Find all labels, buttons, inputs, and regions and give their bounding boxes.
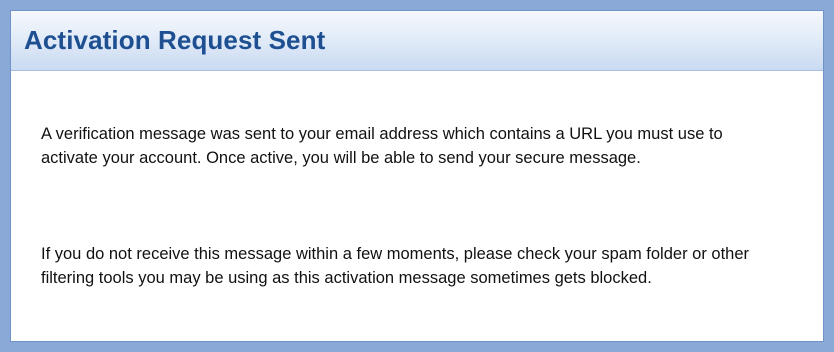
- dialog-title-bar: Activation Request Sent: [11, 11, 823, 71]
- activation-dialog: Activation Request Sent A verification m…: [10, 10, 824, 342]
- spam-folder-notice-paragraph: If you do not receive this message withi…: [41, 245, 750, 287]
- dialog-title: Activation Request Sent: [24, 25, 326, 55]
- verification-message-paragraph: A verification message was sent to your …: [41, 125, 723, 167]
